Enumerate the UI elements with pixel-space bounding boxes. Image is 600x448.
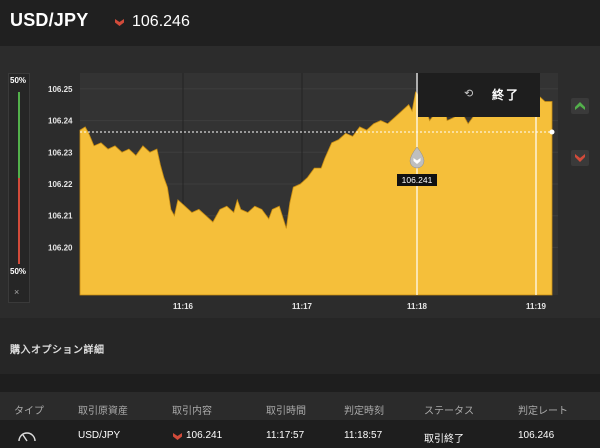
- x-tick-label: 11:16: [173, 302, 194, 311]
- y-tick-label: 106.20: [48, 243, 73, 252]
- row-content: 106.241: [186, 430, 223, 441]
- column-header: 取引時間: [266, 406, 306, 417]
- entry-rate-label: 106.241: [402, 175, 433, 185]
- column-header: 判定レート: [518, 406, 568, 417]
- row-trade-time: 11:17:57: [266, 430, 305, 441]
- column-header: ステータス: [424, 406, 474, 417]
- column-header: 取引原資産: [78, 406, 128, 417]
- price-chart: 106.241 106.25106.24106.23106.22106.2110…: [48, 73, 558, 311]
- column-header: 取引内容: [172, 406, 212, 417]
- y-axis-labels: 106.25 106.24 106.23 106.22 106.21 106.20: [48, 85, 73, 253]
- down-arrow-icon: [173, 433, 182, 440]
- y-tick-label: 106.22: [48, 180, 73, 189]
- down-arrow-icon: [575, 154, 585, 162]
- x-tick-label: 11:17: [292, 302, 313, 311]
- details-title: 購入オプション詳細: [10, 345, 105, 356]
- row-status: 取引終了: [424, 434, 464, 445]
- low-button[interactable]: [571, 150, 589, 166]
- y-tick-label: 106.21: [48, 212, 73, 221]
- end-panel: [418, 73, 540, 117]
- y-tick-label: 106.24: [48, 117, 73, 126]
- x-tick-label: 11:19: [526, 302, 547, 311]
- row-judge-time: 11:18:57: [344, 430, 383, 441]
- trade-screen: USD/JPY 106.246 50% 50% × 106.241 106.25…: [0, 0, 600, 448]
- x-tick-label: 11:18: [407, 302, 428, 311]
- row-asset: USD/JPY: [78, 430, 121, 441]
- high-button[interactable]: [571, 98, 589, 114]
- y-tick-label: 106.23: [48, 148, 73, 157]
- row-judge-rate: 106.246: [518, 430, 555, 441]
- x-axis-labels: 11:16 11:17 11:18 11:19: [173, 302, 547, 311]
- current-rate-dot: [549, 129, 555, 135]
- column-header: 判定時刻: [344, 406, 384, 417]
- up-arrow-icon: [575, 102, 585, 110]
- history-icon: ⟲: [464, 88, 474, 100]
- column-header: タイプ: [14, 406, 44, 417]
- y-tick-label: 106.25: [48, 85, 73, 94]
- end-label: 終了: [492, 88, 521, 102]
- gauge-icon: [18, 432, 36, 442]
